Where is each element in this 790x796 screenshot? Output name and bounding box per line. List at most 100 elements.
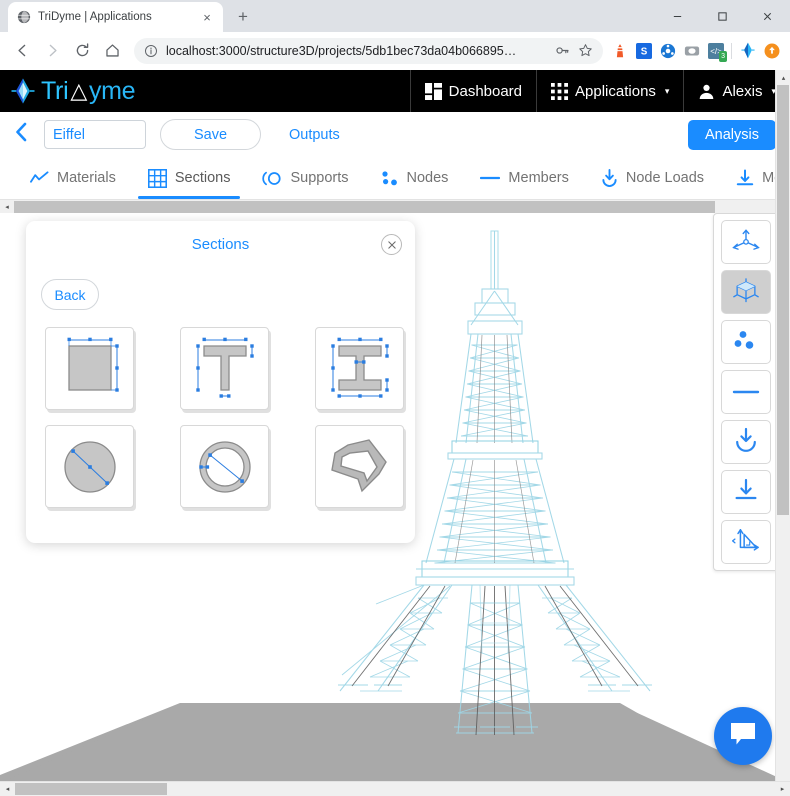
tee-section-card[interactable] [180, 327, 269, 410]
user-icon [698, 83, 715, 100]
save-button[interactable]: Save [160, 119, 261, 150]
app-navbar: Tri △ yme Dashboard Applications ▾ Alexi… [0, 70, 790, 112]
star-icon[interactable] [578, 43, 593, 58]
node-load-icon [734, 427, 758, 458]
nav-applications[interactable]: Applications ▾ [536, 70, 683, 112]
page-horizontal-scrollbar[interactable]: ◂ ▸ [0, 781, 790, 796]
member-loads-tool-button[interactable] [721, 470, 771, 514]
axes-icon [731, 227, 761, 258]
outputs-link[interactable]: Outputs [289, 127, 340, 143]
tab-supports-label: Supports [290, 170, 349, 186]
tab-members[interactable]: Members [464, 157, 584, 199]
extension-badge: 3 [719, 51, 727, 62]
tridyme-logo-icon [10, 76, 36, 106]
maximize-button[interactable] [700, 0, 745, 32]
toolbar-divider [731, 42, 732, 59]
nav-dashboard[interactable]: Dashboard [409, 70, 536, 112]
node-loads-tool-button[interactable] [721, 420, 771, 464]
tube-section-card[interactable] [180, 425, 269, 508]
back-icon[interactable] [8, 37, 36, 65]
circular-section-card[interactable] [45, 425, 134, 508]
page-horizontal-scroll-track[interactable] [15, 782, 775, 796]
browser-tab[interactable]: TriDyme | Applications × [8, 2, 223, 32]
nodes-tool-button[interactable] [721, 320, 771, 364]
support-angle-icon [731, 527, 760, 558]
page-vertical-scroll-thumb[interactable] [777, 85, 789, 515]
extension-icons: S </> 3 [611, 42, 782, 62]
window-controls [655, 0, 790, 32]
orange-icon[interactable] [763, 42, 780, 59]
tee-shape-icon [195, 337, 254, 398]
code-icon[interactable]: </> 3 [707, 42, 727, 62]
new-tab-button[interactable]: + [229, 3, 257, 31]
sections-panel-header: Sections [26, 221, 415, 267]
tab-node-loads-label: Node Loads [625, 170, 705, 186]
member-line-icon [732, 383, 760, 401]
address-bar[interactable]: localhost:3000/structure3D/projects/5db1… [134, 37, 603, 64]
dashboard-icon [424, 82, 442, 100]
tab-members-label: Members [508, 170, 569, 186]
browser-tab-title: TriDyme | Applications [38, 11, 152, 23]
chart-line-icon [30, 171, 49, 185]
tridyme-icon[interactable] [739, 42, 756, 59]
axes-tool-button[interactable] [721, 220, 771, 264]
info-circle-icon[interactable] [144, 44, 158, 58]
chat-button[interactable] [714, 707, 772, 765]
model-canvas[interactable]: Sections Back [0, 213, 790, 783]
polygon-shape-icon [330, 438, 387, 492]
home-icon[interactable] [98, 37, 126, 65]
tab-node-loads[interactable]: Node Loads [585, 157, 720, 199]
view-cube-tool-button[interactable] [721, 270, 771, 314]
node-load-icon [601, 169, 618, 187]
tab-sections[interactable]: Sections [132, 157, 247, 199]
back-button[interactable]: Back [41, 279, 99, 310]
back-chevron-icon[interactable] [14, 122, 30, 148]
close-icon[interactable]: × [199, 9, 215, 25]
rectangular-section-card[interactable] [45, 327, 134, 410]
page-viewport: Tri △ yme Dashboard Applications ▾ Alexi… [0, 70, 790, 796]
cube-icon [731, 276, 761, 309]
key-icon[interactable] [555, 43, 570, 58]
custom-polygon-section-card[interactable] [315, 425, 404, 508]
close-window-button[interactable] [745, 0, 790, 32]
tab-sections-label: Sections [174, 170, 231, 186]
scroll-right-icon[interactable]: ▸ [775, 782, 790, 796]
analysis-button[interactable]: Analysis [688, 119, 776, 150]
settings-icon[interactable] [659, 42, 676, 59]
page-horizontal-scroll-thumb[interactable] [15, 782, 167, 795]
app-logo[interactable]: Tri △ yme [10, 76, 136, 106]
close-icon[interactable] [381, 234, 402, 255]
page-vertical-scrollbar[interactable]: ▴ ▾ [775, 70, 790, 796]
supports-tool-button[interactable] [721, 520, 771, 564]
sections-panel: Sections Back [26, 221, 415, 543]
tabs-scrollbar[interactable]: ◂ ▸ [0, 199, 790, 214]
capture-icon[interactable] [683, 42, 700, 59]
minimize-button[interactable] [655, 0, 700, 32]
scroll-up-icon[interactable]: ▴ [776, 70, 790, 85]
grid-icon [551, 82, 569, 100]
tabs-scroll-track[interactable] [14, 199, 776, 214]
project-toolbar: Save Outputs Analysis [0, 112, 790, 157]
circle-shape-icon [63, 440, 116, 493]
lighthouse-icon[interactable] [611, 42, 628, 59]
reload-icon[interactable] [68, 37, 96, 65]
nav-applications-label: Applications [575, 82, 656, 100]
project-name-input[interactable] [44, 120, 146, 149]
tab-materials[interactable]: Materials [14, 157, 132, 199]
ibeam-shape-icon [330, 337, 389, 398]
url-text: localhost:3000/structure3D/projects/5db1… [166, 43, 517, 58]
s-icon[interactable]: S [635, 42, 652, 59]
scroll-left-icon[interactable]: ◂ [0, 199, 14, 214]
members-tool-button[interactable] [721, 370, 771, 414]
forward-icon[interactable] [38, 37, 66, 65]
tab-supports[interactable]: Supports [246, 157, 364, 199]
member-line-icon [480, 174, 501, 182]
scroll-left-icon[interactable]: ◂ [0, 782, 15, 796]
browser-window: TriDyme | Applications × + localhost:300… [0, 0, 790, 796]
tabs-scroll-thumb[interactable] [14, 200, 716, 213]
i-beam-section-card[interactable] [315, 327, 404, 410]
tab-nodes[interactable]: Nodes [365, 157, 465, 199]
grid-table-icon [147, 168, 167, 188]
chat-bubble-icon [729, 721, 757, 752]
browser-tabstrip: TriDyme | Applications × + [0, 0, 790, 32]
